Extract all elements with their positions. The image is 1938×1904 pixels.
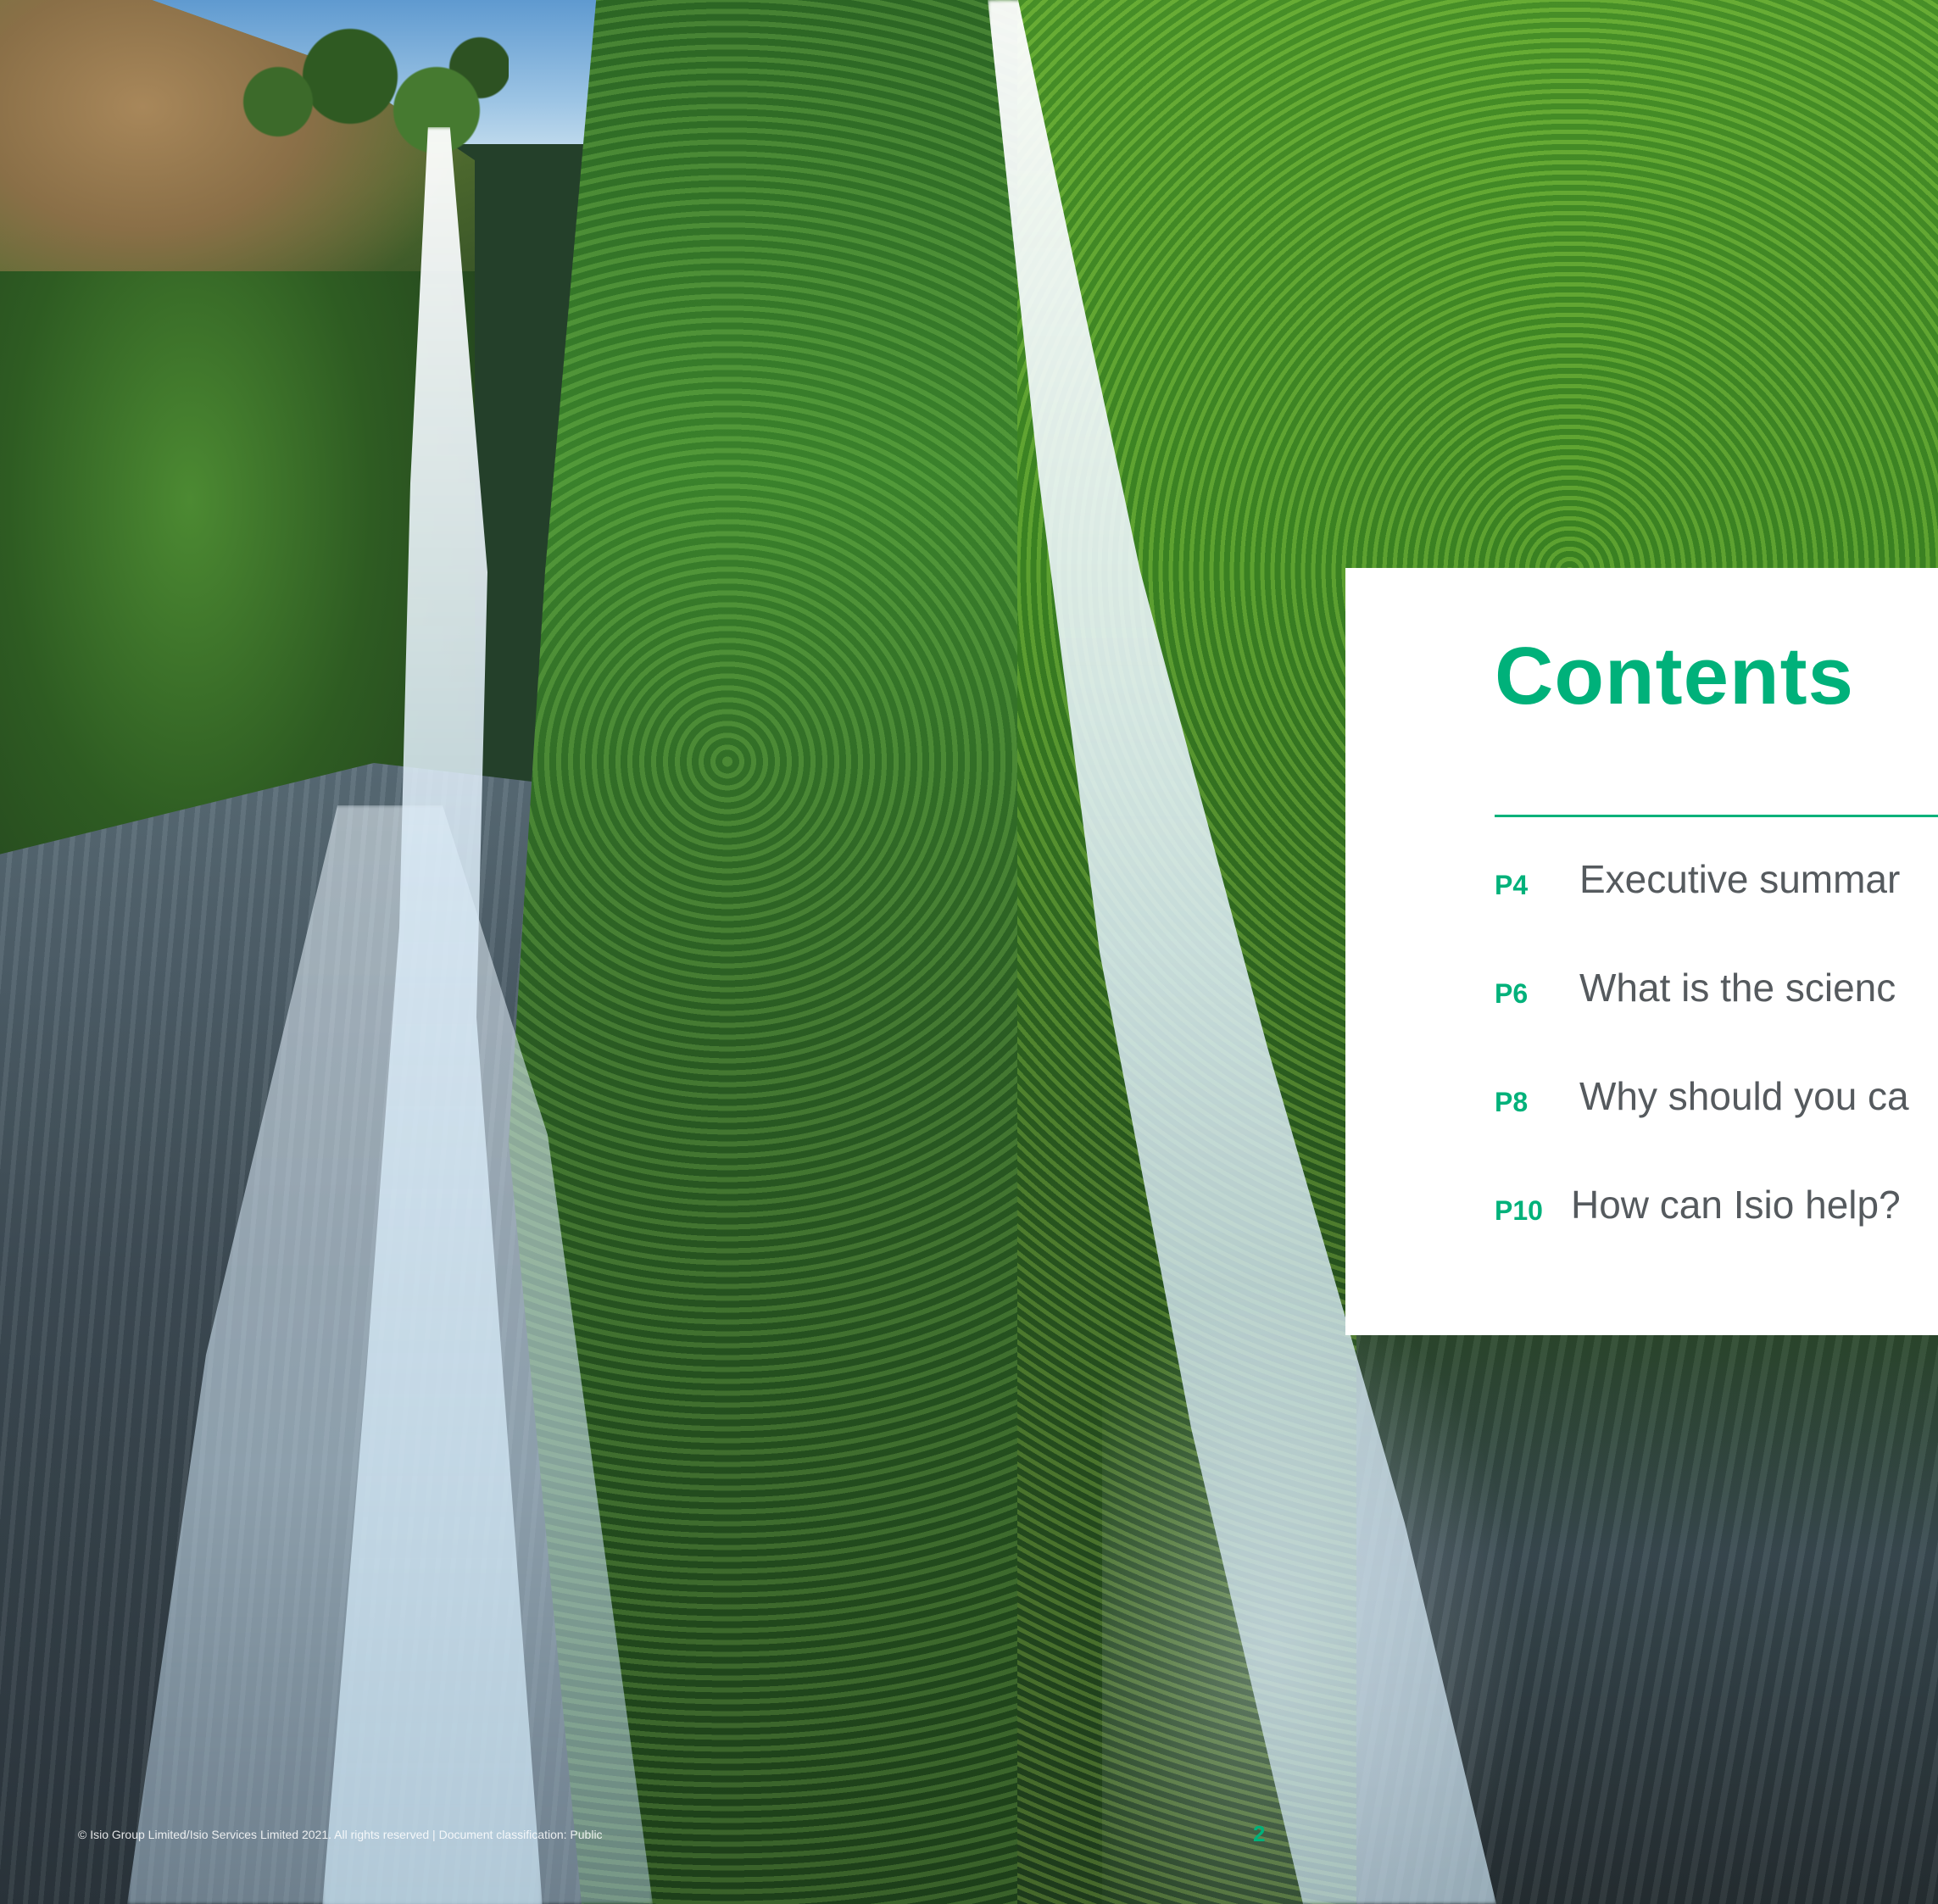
contents-divider	[1495, 815, 1938, 817]
toc-item-isio-help[interactable]: P10 How can Isio help?	[1495, 1182, 1938, 1290]
toc-item-why-care[interactable]: P8 Why should you ca	[1495, 1073, 1938, 1182]
toc-item-executive-summary[interactable]: P4 Executive summar	[1495, 856, 1938, 965]
waterfall-spray	[1102, 1272, 1526, 1904]
toc-label: How can Isio help?	[1571, 1183, 1901, 1227]
table-of-contents: P4 Executive summar P6 What is the scien…	[1495, 856, 1938, 1290]
contents-title: Contents	[1495, 631, 1854, 721]
toc-page-number: P8	[1495, 1087, 1529, 1117]
footer-legal-text: © Isio Group Limited/Isio Services Limit…	[78, 1828, 603, 1841]
toc-page-number: P6	[1495, 978, 1529, 1009]
treetops	[220, 17, 509, 187]
toc-label: What is the scienc	[1579, 966, 1896, 1010]
toc-label: Executive summar	[1579, 857, 1901, 901]
toc-label: Why should you ca	[1579, 1074, 1909, 1118]
page-number: 2	[1253, 1821, 1266, 1846]
toc-item-science[interactable]: P6 What is the scienc	[1495, 965, 1938, 1073]
toc-page-number: P10	[1495, 1195, 1543, 1226]
contents-panel: Contents P4 Executive summar P6 What is …	[1345, 568, 1938, 1335]
toc-page-number: P4	[1495, 870, 1529, 900]
